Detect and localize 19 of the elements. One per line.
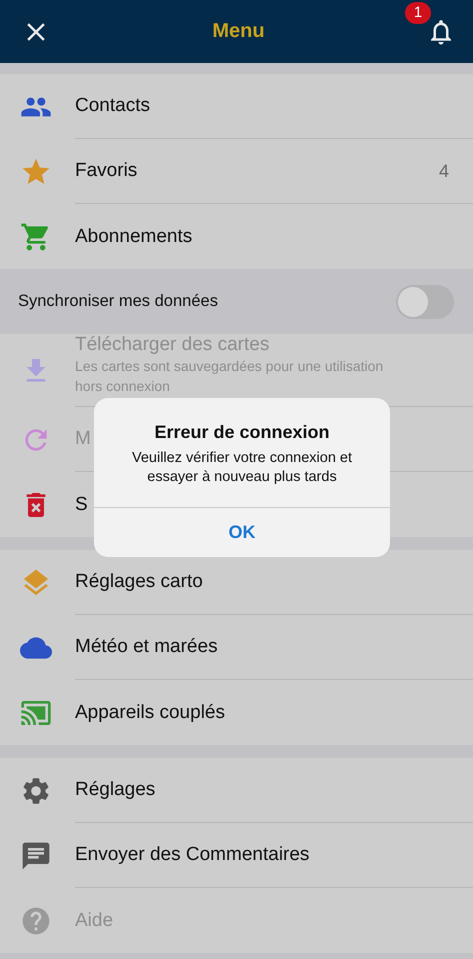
menu-item[interactable]: Contacts bbox=[75, 95, 449, 117]
chat-icon bbox=[20, 840, 52, 872]
menu-item[interactable]: Envoyer des Commentaires bbox=[75, 844, 449, 866]
dialog-message: Veuillez vérifier votre connexion et essayer à nouveau plus tards bbox=[130, 449, 354, 487]
menu-item[interactable]: Favoris bbox=[75, 160, 439, 182]
sync-label: Synchroniser mes données bbox=[17, 292, 219, 311]
menu-item[interactable]: Réglages carto bbox=[75, 571, 449, 593]
menu-item[interactable]: Appareils couplés bbox=[75, 702, 449, 724]
menu-item[interactable]: Météo et marées bbox=[75, 636, 449, 658]
menu-item-description: Les cartes sont sauvegardées pour une utilisation hors connexion bbox=[75, 357, 384, 396]
help-icon bbox=[20, 904, 52, 936]
menu-item[interactable]: Abonnements bbox=[75, 226, 449, 248]
menu-title: Menu bbox=[212, 20, 265, 43]
favorites-count: 4 bbox=[438, 160, 449, 182]
sync-switch[interactable] bbox=[396, 284, 454, 318]
menu-item[interactable]: Réglages bbox=[75, 779, 449, 801]
notification-badge: 1 bbox=[405, 2, 431, 24]
ok-button[interactable]: OK bbox=[94, 507, 390, 557]
dialog-title: Erreur de connexion bbox=[154, 422, 330, 443]
